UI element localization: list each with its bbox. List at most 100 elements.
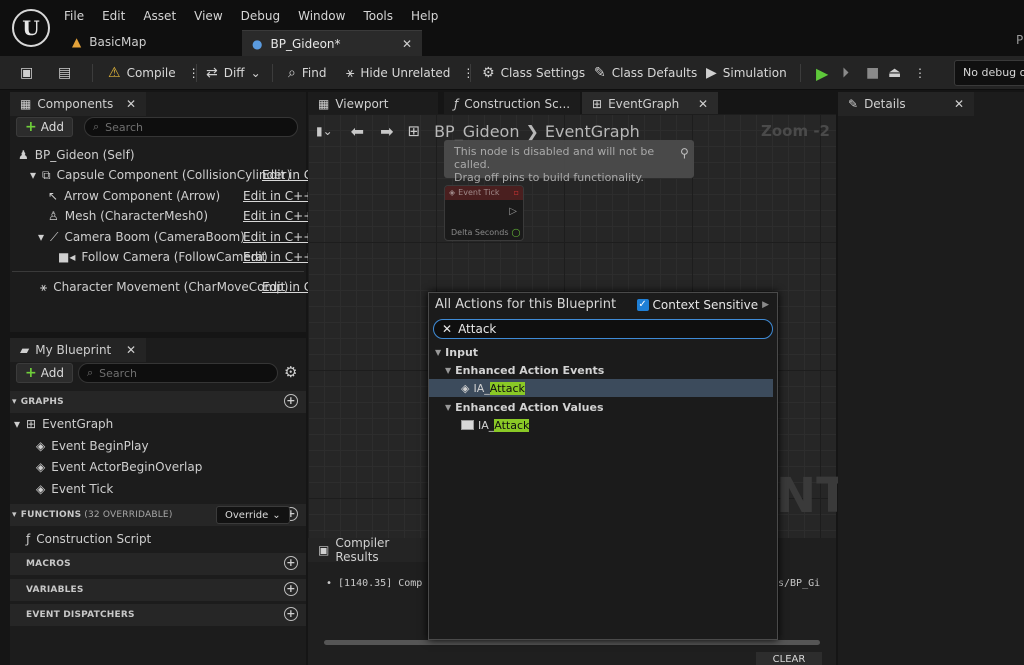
close-icon[interactable]: ✕: [126, 97, 136, 111]
edit-in-cpp-link[interactable]: Edit in C: [262, 168, 312, 182]
save-button[interactable]: ▣: [20, 56, 33, 90]
bookmark-icon[interactable]: ▮⌄: [316, 124, 333, 138]
class-defaults-button[interactable]: ✎ Class Defaults: [594, 56, 697, 90]
tab-components[interactable]: ▦ Components ✕: [10, 92, 146, 116]
more-icon[interactable]: ⋮: [462, 66, 474, 80]
my-blueprint-search-input[interactable]: ⌕ Search: [78, 363, 278, 383]
diff-button[interactable]: ⇄ Diff ⌄: [206, 56, 261, 90]
event-beginplay[interactable]: ◈ Event BeginPlay: [36, 436, 149, 456]
edit-in-cpp-link[interactable]: Edit in C++: [243, 230, 313, 244]
play-options-button[interactable]: ⋮: [914, 56, 926, 90]
delegate-pin-icon[interactable]: ▫: [514, 186, 519, 200]
event-tick-node[interactable]: ◈ Event Tick ▫ ▷ Delta Seconds ◯: [444, 185, 524, 241]
edit-in-cpp-link[interactable]: Edit in C++: [243, 189, 313, 203]
find-button[interactable]: ⌕ Find: [288, 56, 326, 90]
stop-button[interactable]: ■: [866, 56, 879, 90]
back-arrow-icon[interactable]: ⬅: [351, 122, 364, 141]
group-enhanced-action-events[interactable]: ▼ Enhanced Action Events: [429, 361, 773, 379]
simulation-button[interactable]: ▶ Simulation: [706, 56, 787, 90]
compile-button[interactable]: ⚠ Compile ⋮: [108, 56, 200, 90]
tab-bp-gideon[interactable]: ● BP_Gideon* ✕: [242, 30, 422, 56]
edit-in-cpp-link[interactable]: Edit in C++: [243, 209, 313, 223]
clear-search-icon[interactable]: ✕: [442, 322, 452, 336]
browse-button[interactable]: ▤: [58, 56, 71, 90]
edit-in-cpp-link[interactable]: Edit in C++: [243, 250, 313, 264]
debug-object-select[interactable]: No debug object selected: [954, 60, 1024, 86]
menu-file[interactable]: File: [64, 9, 84, 25]
play-button[interactable]: ▶: [816, 56, 828, 90]
diff-icon: ⇄: [206, 65, 218, 81]
checkbox-checked-icon[interactable]: ✓: [636, 299, 649, 311]
menu-debug[interactable]: Debug: [241, 9, 280, 25]
tab-basicmap[interactable]: ▲ BasicMap: [62, 30, 240, 54]
class-defaults-label: Class Defaults: [611, 66, 698, 80]
graph-eventgraph[interactable]: ▾ ⊞ EventGraph: [14, 414, 113, 434]
menu-view[interactable]: View: [194, 9, 222, 25]
search-icon: ⌕: [87, 366, 94, 379]
add-member-button[interactable]: + Add: [16, 363, 73, 383]
category-input[interactable]: ▼ Input: [429, 343, 773, 361]
add-component-button[interactable]: + Add: [16, 117, 73, 137]
edit-in-cpp-link[interactable]: Edit in C: [262, 280, 312, 294]
component-character-movement[interactable]: ⚹ Character Movement (CharMoveComp): [40, 277, 288, 297]
variables-section[interactable]: VARIABLES +: [12, 579, 304, 601]
expand-arrow-icon[interactable]: ▾: [38, 230, 44, 244]
menu-asset[interactable]: Asset: [143, 9, 176, 25]
add-macro-icon[interactable]: +: [284, 556, 298, 570]
action-ia-attack-event[interactable]: ◈ IA_Attack: [429, 379, 773, 397]
close-icon[interactable]: ✕: [954, 97, 964, 111]
components-search-input[interactable]: ⌕ Search: [84, 117, 298, 137]
expand-arrow-icon[interactable]: ▾: [14, 417, 20, 431]
horizontal-scrollbar[interactable]: [324, 640, 820, 645]
component-self[interactable]: ♟ BP_Gideon (Self): [18, 145, 135, 165]
compile-icon: ⚠: [108, 65, 121, 81]
forward-arrow-icon[interactable]: ➡: [380, 122, 393, 141]
gear-icon[interactable]: ⚙: [284, 363, 297, 381]
menu-window[interactable]: Window: [298, 9, 345, 25]
close-icon[interactable]: ✕: [126, 343, 136, 357]
unreal-logo[interactable]: U: [12, 9, 50, 47]
node-title: Event Tick: [458, 188, 500, 197]
plus-icon: +: [25, 119, 37, 135]
tab-viewport[interactable]: ▦ Viewport: [308, 92, 438, 116]
component-capsule[interactable]: ▾ ⧉ Capsule Component (CollisionCylinder…: [30, 165, 291, 185]
event-dispatchers-section[interactable]: EVENT DISPATCHERS +: [12, 604, 304, 626]
function-construction-script[interactable]: ƒ Construction Script: [26, 529, 151, 549]
menu-edit[interactable]: Edit: [102, 9, 125, 25]
breadcrumb-root[interactable]: BP_Gideon: [434, 122, 519, 141]
group-enhanced-action-values[interactable]: ▼ Enhanced Action Values: [429, 398, 773, 416]
add-variable-icon[interactable]: +: [284, 582, 298, 596]
class-settings-button[interactable]: ⚙ Class Settings: [482, 56, 585, 90]
graphs-section[interactable]: ▾ GRAPHS +: [12, 391, 304, 413]
tab-compiler-results[interactable]: ▣ Compiler Results: [308, 536, 432, 564]
override-dropdown[interactable]: Override ⌄: [216, 506, 290, 524]
context-sensitive-toggle[interactable]: ✓ Context Sensitive ▶: [636, 298, 769, 312]
action-search-input[interactable]: ✕ Attack: [433, 319, 773, 339]
tab-construction-script[interactable]: ƒ Construction Sc...: [444, 92, 580, 116]
component-arrow[interactable]: ↖ Arrow Component (Arrow): [48, 186, 220, 206]
event-tick[interactable]: ◈ Event Tick: [36, 479, 113, 499]
add-graph-icon[interactable]: +: [284, 394, 298, 408]
tab-my-blueprint[interactable]: ▰ My Blueprint ✕: [10, 338, 146, 362]
expand-arrow-icon[interactable]: ▾: [30, 168, 36, 182]
component-camera-boom[interactable]: ▾ ⟋ Camera Boom (CameraBoom): [38, 227, 245, 247]
tab-eventgraph[interactable]: ⊞ EventGraph ✕: [582, 92, 718, 116]
macros-section[interactable]: MACROS +: [12, 553, 304, 575]
component-follow-camera[interactable]: ■◂ Follow Camera (FollowCamera): [58, 247, 268, 267]
clear-button[interactable]: CLEAR: [756, 652, 822, 665]
close-icon[interactable]: ✕: [698, 97, 708, 111]
more-icon[interactable]: ⋮: [188, 66, 200, 80]
action-ia-attack-value[interactable]: IA_Attack: [429, 416, 773, 434]
hide-unrelated-button[interactable]: ⚹ Hide Unrelated ⋮: [346, 56, 474, 90]
float-pin-icon[interactable]: ◯: [512, 228, 521, 237]
step-button[interactable]: ⏵: [842, 56, 849, 90]
add-dispatcher-icon[interactable]: +: [284, 607, 298, 621]
close-icon[interactable]: ✕: [402, 37, 412, 51]
menu-tools[interactable]: Tools: [363, 9, 393, 25]
event-actorbeginoverlap[interactable]: ◈ Event ActorBeginOverlap: [36, 457, 202, 477]
tab-details[interactable]: ✎ Details ✕: [838, 92, 974, 116]
exec-pin-icon[interactable]: ▷: [509, 206, 517, 217]
eject-button[interactable]: ⏏: [888, 56, 901, 90]
component-mesh[interactable]: ♙ Mesh (CharacterMesh0): [48, 206, 208, 226]
menu-help[interactable]: Help: [411, 9, 438, 25]
